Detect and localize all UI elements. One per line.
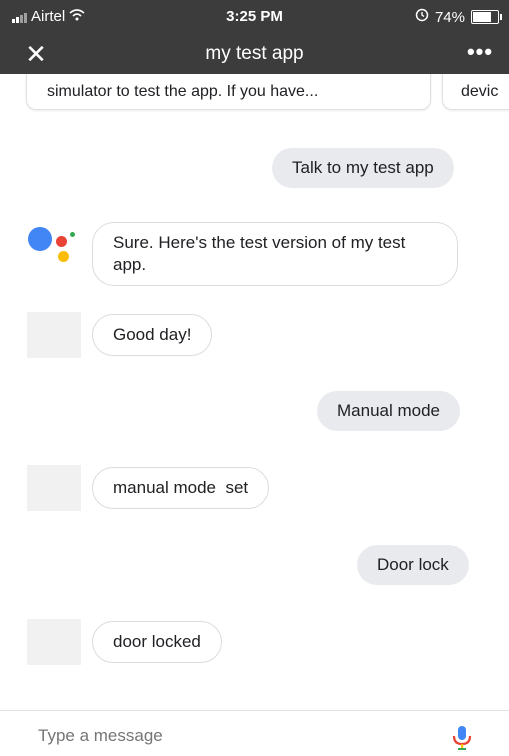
status-bar: Airtel 3:25 PM 74%: [0, 0, 509, 34]
message-input[interactable]: [36, 725, 420, 747]
bot-message: Good day!: [92, 314, 213, 356]
more-options-button[interactable]: •••: [465, 40, 495, 68]
google-assistant-logo: [28, 223, 80, 267]
battery-icon: [471, 10, 502, 24]
app-title: my test app: [205, 43, 304, 64]
card-text: devic: [461, 83, 499, 100]
bot-message: manual mode set: [92, 467, 270, 509]
battery-percent: 74%: [434, 8, 465, 26]
mic-icon: [452, 726, 472, 750]
mic-button[interactable]: [451, 725, 473, 751]
status-right: 74%: [415, 8, 502, 26]
assistant-message: Sure. Here's the test version of my test…: [92, 222, 458, 286]
app-title-bar: ✕ my test app •••: [0, 34, 509, 74]
user-message[interactable]: Talk to my test app: [272, 148, 454, 188]
bot-message: door locked: [92, 621, 222, 663]
message-input-bar: [0, 710, 509, 751]
card-text: simulator to test the app. If you have..…: [47, 83, 319, 100]
alarm-icon: [415, 8, 429, 26]
bot-avatar: [27, 465, 81, 511]
user-message[interactable]: Door lock: [357, 545, 469, 585]
suggestion-card[interactable]: simulator to test the app. If you have..…: [26, 74, 431, 110]
user-message[interactable]: Manual mode: [317, 391, 461, 431]
chat-area[interactable]: simulator to test the app. If you have..…: [0, 74, 509, 708]
bot-avatar: [27, 619, 81, 665]
bot-avatar: [27, 312, 81, 358]
more-options-icon: •••: [466, 39, 494, 64]
suggestion-card[interactable]: devic: [442, 74, 509, 110]
